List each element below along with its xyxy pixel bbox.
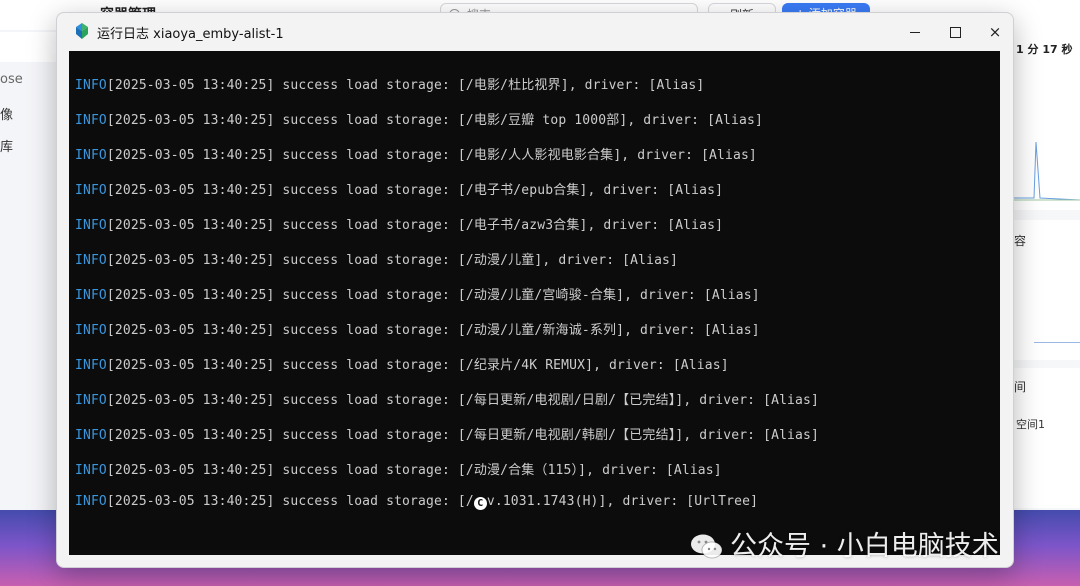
log-text: [2025-03-05 13:40:25] success load stora…	[106, 183, 724, 198]
log-text: [2025-03-05 13:40:25] success load stora…	[106, 323, 760, 338]
log-line: INFO[2025-03-05 13:40:25] success load s…	[75, 144, 757, 163]
maximize-button[interactable]	[935, 19, 975, 45]
log-level: INFO	[75, 393, 107, 408]
log-line: INFO[2025-03-05 13:40:25] success load s…	[75, 354, 729, 373]
log-text: [2025-03-05 13:40:25] success load stora…	[106, 358, 729, 373]
background-sidebar	[0, 30, 56, 510]
sidebar-item-2[interactable]: 库	[0, 136, 13, 155]
watermark: 公众号 · 小白电脑技术	[690, 524, 999, 562]
log-text: [2025-03-05 13:40:25] success load stora…	[106, 113, 763, 128]
watermark-text: 公众号 · 小白电脑技术	[730, 531, 999, 562]
minimize-button[interactable]	[895, 19, 935, 45]
log-text: [2025-03-05 13:40:25] success load stora…	[106, 253, 679, 268]
cloud-drive-icon: C	[473, 497, 487, 510]
sidebar-item-1[interactable]: 像	[0, 104, 13, 123]
log-level: INFO	[75, 463, 107, 478]
log-level: INFO	[75, 494, 107, 509]
log-line: INFO[2025-03-05 13:40:25] success load s…	[75, 74, 704, 93]
background-card-title: 容	[1014, 234, 1027, 248]
background-uptime: 1 分 17 秒	[1016, 43, 1073, 56]
log-text: [2025-03-05 13:40:25] success load stora…	[106, 78, 705, 93]
log-line: INFO[2025-03-05 13:40:25] success load s…	[75, 284, 760, 303]
log-level: INFO	[75, 183, 107, 198]
log-level: INFO	[75, 358, 107, 373]
close-button[interactable]: ×	[975, 19, 1015, 45]
log-line: INFO[2025-03-05 13:40:25] success load s…	[75, 214, 723, 233]
log-line: INFO[2025-03-05 13:40:25] success load s…	[75, 179, 723, 198]
log-line: INFO[2025-03-05 13:40:25] success load s…	[75, 319, 760, 338]
background-card-title-2: 间	[1014, 380, 1027, 394]
log-text: [2025-03-05 13:40:25] success load stora…	[106, 428, 819, 443]
log-line: INFO[2025-03-05 13:40:25] success load s…	[75, 494, 758, 510]
log-level: INFO	[75, 288, 107, 303]
background-stats-card	[1014, 30, 1080, 210]
sidebar-item-0[interactable]: ose	[0, 72, 23, 87]
log-text: [2025-03-05 13:40:25] success load stora…	[106, 494, 474, 509]
log-level: INFO	[75, 148, 107, 163]
log-text: [2025-03-05 13:40:25] success load stora…	[106, 463, 722, 478]
log-text: [2025-03-05 13:40:25] success load stora…	[106, 393, 819, 408]
log-line: INFO[2025-03-05 13:40:25] success load s…	[75, 424, 819, 443]
background-space-label: 空间1	[1016, 418, 1045, 431]
background-sidebar-selected	[0, 32, 56, 62]
log-level: INFO	[75, 113, 107, 128]
log-line: INFO[2025-03-05 13:40:25] success load s…	[75, 459, 722, 478]
log-level: INFO	[75, 78, 107, 93]
log-level: INFO	[75, 428, 107, 443]
window-title: 运行日志 xiaoya_emby-alist-1	[97, 27, 284, 42]
log-text: [2025-03-05 13:40:25] success load stora…	[106, 288, 760, 303]
log-text: [2025-03-05 13:40:25] success load stora…	[106, 148, 757, 163]
log-text: v.1031.1743(H)], driver: [UrlTree]	[486, 494, 759, 509]
maximize-icon	[950, 27, 961, 38]
app-logo-icon	[76, 23, 88, 39]
log-output[interactable]: INFO[2025-03-05 13:40:25] success load s…	[69, 51, 1000, 555]
log-level: INFO	[75, 218, 107, 233]
log-level: INFO	[75, 253, 107, 268]
log-line: INFO[2025-03-05 13:40:25] success load s…	[75, 389, 819, 408]
close-icon: ×	[988, 23, 1002, 41]
log-window: 运行日志 xiaoya_emby-alist-1 × INFO[2025-03-…	[56, 12, 1014, 568]
wechat-icon	[691, 534, 723, 559]
log-line: INFO[2025-03-05 13:40:25] success load s…	[75, 109, 763, 128]
window-titlebar[interactable]: 运行日志 xiaoya_emby-alist-1 ×	[57, 13, 1013, 51]
minimize-icon	[910, 32, 920, 33]
log-line: INFO[2025-03-05 13:40:25] success load s…	[75, 249, 678, 268]
sparkline-chart	[1014, 141, 1080, 201]
log-level: INFO	[75, 323, 107, 338]
log-text: [2025-03-05 13:40:25] success load stora…	[106, 218, 724, 233]
